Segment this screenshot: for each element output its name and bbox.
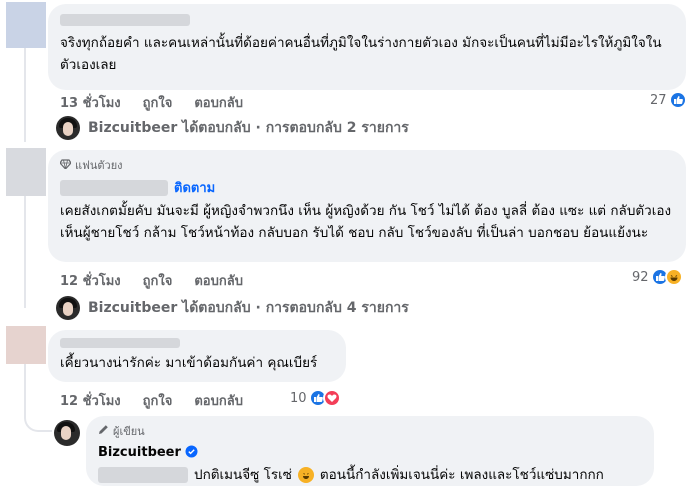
comment-text: เคี้ยวนางน่ารักค่ะ มาเข้าด้อมกันค่า คุณเ…: [60, 355, 318, 371]
comment-actions: 13 ชั่วโมง ถูกใจ ตอบกลับ: [60, 92, 243, 113]
badge-label: ผู้เขียน: [113, 425, 145, 438]
avatar[interactable]: [54, 420, 80, 446]
like-button[interactable]: ถูกใจ: [143, 270, 173, 291]
comment-text: ปกติเมนจีซู โรเซ่ ตอนนี้กำลังเพิ่มเจนนี่…: [98, 464, 642, 486]
comment-time[interactable]: 13 ชั่วโมง: [60, 92, 121, 113]
reaction-summary[interactable]: 92: [632, 268, 683, 286]
replies-summary: Bizcuitbeer ได้ตอบกลับ · การตอบกลับ 2 รา…: [88, 120, 409, 136]
author-badge: ผู้เขียน: [98, 422, 642, 440]
replies-summary: Bizcuitbeer ได้ตอบกลับ · การตอบกลับ 4 รา…: [88, 300, 409, 316]
view-replies-link[interactable]: Bizcuitbeer ได้ตอบกลับ · การตอบกลับ 4 รา…: [56, 296, 409, 320]
like-button[interactable]: ถูกใจ: [143, 390, 173, 411]
badge-label: แฟนตัวยง: [75, 159, 123, 172]
thumbs-up-icon: [668, 91, 687, 109]
reply-bubble: ผู้เขียน Bizcuitbeer ปกติเมนจีซู โรเซ่ ต…: [86, 416, 654, 486]
laughing-face-icon: [297, 467, 314, 483]
comment-actions: 12 ชั่วโมง ถูกใจ ตอบกลับ: [60, 270, 243, 291]
comment-text: เคยสังเกตมั้ยคับ มันจะมี ผู้หญิงจำพวกนึง…: [60, 203, 672, 241]
pencil-icon: [98, 424, 109, 438]
reply-text-part-1: ปกติเมนจีซู โรเซ่: [194, 467, 292, 483]
reaction-summary[interactable]: 27: [650, 91, 687, 109]
comment-text: จริงทุกถ้อยคำ และคนเหล่านั้นที่ด้อยค่าคน…: [60, 35, 662, 73]
comment-time[interactable]: 12 ชั่วโมง: [60, 390, 121, 411]
heart-icon: [322, 389, 341, 407]
reaction-count: 27: [650, 92, 667, 108]
reaction-summary[interactable]: 10: [290, 389, 341, 407]
avatar: [56, 116, 80, 140]
follow-button[interactable]: ติดตาม: [174, 177, 215, 198]
commenter-name-redacted[interactable]: [60, 179, 168, 196]
avatar[interactable]: [6, 2, 46, 48]
reply-button[interactable]: ตอบกลับ: [194, 390, 243, 411]
reply-button[interactable]: ตอบกลับ: [194, 270, 243, 291]
avatar[interactable]: [6, 148, 46, 196]
mention-redacted[interactable]: [98, 467, 188, 483]
laughing-face-icon: [664, 268, 683, 286]
reaction-count: 92: [632, 269, 649, 285]
author-name[interactable]: Bizcuitbeer: [98, 445, 181, 460]
view-replies-link[interactable]: Bizcuitbeer ได้ตอบกลับ · การตอบกลับ 2 รา…: [56, 116, 409, 140]
reply-button[interactable]: ตอบกลับ: [194, 92, 243, 113]
comment-actions: 12 ชั่วโมง ถูกใจ ตอบกลับ: [60, 390, 243, 411]
reply-text-part-2: ตอนนี้กำลังเพิ่มเจนนี่ค่ะ เพลงและโชว์แซ่…: [319, 467, 604, 483]
like-button[interactable]: ถูกใจ: [143, 92, 173, 113]
verified-check-icon: [185, 443, 198, 462]
thread-elbow: [24, 396, 52, 432]
avatar[interactable]: [6, 326, 46, 364]
commenter-name-redacted[interactable]: [60, 338, 180, 348]
diamond-icon: [59, 158, 72, 172]
comment-bubble: แฟนตัวยง ติดตาม เคยสังเกตมั้ยคับ มันจะมี…: [48, 150, 686, 262]
fan-badge: แฟนตัวยง: [59, 156, 674, 174]
comment-bubble: เคี้ยวนางน่ารักค่ะ มาเข้าด้อมกันค่า คุณเ…: [48, 330, 346, 382]
thread-line: [24, 48, 26, 142]
avatar: [56, 296, 80, 320]
commenter-name-redacted[interactable]: [60, 14, 190, 26]
reaction-count: 10: [290, 390, 307, 406]
thread-line: [24, 196, 26, 308]
comment-bubble: จริงทุกถ้อยคำ และคนเหล่านั้นที่ด้อยค่าคน…: [48, 4, 686, 90]
comment-time[interactable]: 12 ชั่วโมง: [60, 270, 121, 291]
